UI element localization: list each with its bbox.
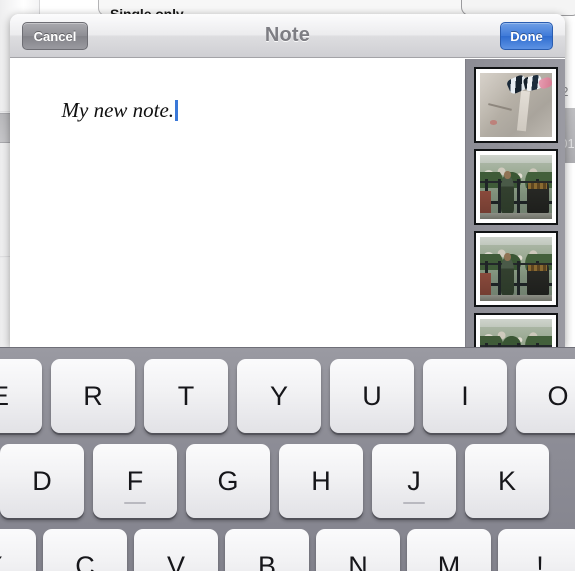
photo-balcony-artwork	[479, 237, 552, 301]
key-u[interactable]: U	[330, 359, 414, 433]
key-label: I	[461, 380, 469, 411]
key-f[interactable]: F	[93, 444, 177, 518]
key-o[interactable]: O	[516, 359, 575, 433]
onscreen-keyboard[interactable]: E R T Y U I O D F G H J K X C V B N M!	[0, 347, 575, 571]
pavement-stripe	[517, 90, 531, 131]
key-h[interactable]: H	[279, 444, 363, 518]
key-label: X	[0, 551, 3, 571]
key-y[interactable]: Y	[237, 359, 321, 433]
done-button[interactable]: Done	[500, 22, 553, 50]
photo-thumbnail-balcony-1[interactable]	[473, 149, 558, 225]
text-caret	[175, 100, 179, 121]
railing-post	[516, 179, 520, 216]
modal-titlebar: Cancel Note Done	[10, 14, 565, 58]
key-x[interactable]: X	[0, 529, 36, 571]
key-n[interactable]: N	[316, 529, 400, 571]
key-label: V	[166, 550, 185, 571]
key-label: U	[362, 380, 382, 411]
key-b[interactable]: B	[225, 529, 309, 571]
key-label: K	[497, 465, 516, 496]
grill-object	[527, 262, 549, 295]
key-r[interactable]: R	[51, 359, 135, 433]
key-t[interactable]: T	[144, 359, 228, 433]
key-k[interactable]: K	[465, 444, 549, 518]
pavement-crack	[488, 103, 513, 112]
person-figure	[501, 171, 515, 213]
key-v[interactable]: V	[134, 529, 218, 571]
balcony-floor	[479, 294, 552, 301]
railing-post	[516, 261, 520, 298]
key-label: E	[0, 381, 9, 412]
key-label: B	[257, 550, 276, 571]
photo-thumbnail-balcony-2-image	[479, 237, 552, 301]
key-label: N	[348, 550, 368, 571]
photo-thumbnail-balcony-3[interactable]	[473, 313, 558, 347]
key-label: G	[217, 465, 239, 496]
page-title: Note	[264, 24, 311, 46]
key-label: C	[75, 550, 95, 571]
note-editor-modal: Cancel Note Done My new note.	[10, 14, 565, 347]
photo-balcony-artwork	[479, 155, 552, 219]
key-label: F	[126, 465, 144, 496]
note-text-value: My new note.	[61, 98, 175, 122]
key-exclamation[interactable]: !	[498, 529, 575, 571]
key-label: T	[177, 380, 195, 411]
key-label: R	[83, 380, 103, 411]
key-label: M	[437, 550, 461, 571]
key-label: J	[407, 465, 421, 496]
key-label: O	[547, 380, 569, 411]
key-label: !	[536, 550, 544, 571]
balcony-floor	[479, 212, 552, 219]
key-label: H	[311, 465, 331, 496]
photo-balcony-artwork	[479, 319, 552, 347]
keyboard-row-qwerty: ERTYUIO	[0, 359, 575, 433]
key-label: Y	[269, 380, 288, 411]
key-i[interactable]: I	[423, 359, 507, 433]
photo-shoes-artwork	[479, 73, 552, 137]
photo-strip[interactable]	[465, 59, 565, 347]
pavement-spot	[489, 120, 498, 125]
key-g[interactable]: G	[186, 444, 270, 518]
photo-thumbnail-balcony-2[interactable]	[473, 231, 558, 307]
key-e[interactable]: E	[0, 359, 42, 433]
grill-object	[527, 180, 549, 213]
key-m[interactable]: M	[407, 529, 491, 571]
key-c[interactable]: C	[43, 529, 127, 571]
person-figure	[501, 253, 515, 295]
key-d[interactable]: D	[0, 444, 84, 518]
photo-thumbnail-shoes[interactable]	[473, 67, 558, 143]
key-label: D	[32, 465, 52, 496]
note-text-input[interactable]: My new note.	[30, 73, 450, 148]
keyboard-row-asdf: DFGHJK	[0, 444, 575, 518]
photo-thumbnail-balcony-1-image	[479, 155, 552, 219]
keyboard-row-zxcv: X C V B N M!	[0, 529, 575, 571]
key-j[interactable]: J	[372, 444, 456, 518]
photo-thumbnail-shoes-image	[479, 73, 552, 137]
photo-thumbnail-balcony-3-image	[479, 319, 552, 347]
